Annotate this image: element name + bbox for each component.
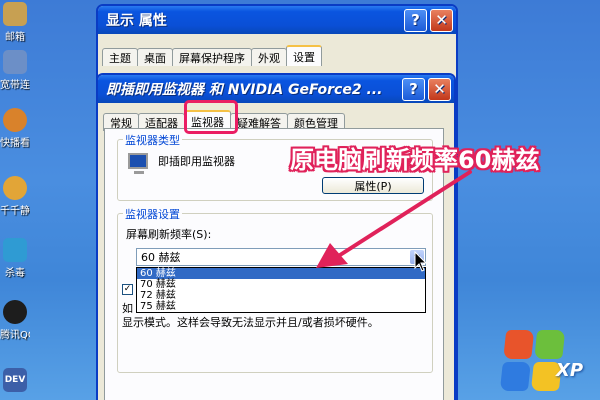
dev-icon-text: DEV: [4, 375, 26, 385]
help-button[interactable]: ?: [404, 8, 427, 32]
monitor-properties-titlebar[interactable]: 即插即用监视器 和 NVIDIA GeForce2 ... ? ✕: [98, 75, 454, 103]
monitor-settings-group: 监视器设置 屏幕刷新频率(S): 60 赫兹 ▼ 60 赫兹 70 赫兹 72 …: [117, 206, 433, 373]
desktop-icon-qq[interactable]: 腾讯QQ: [0, 300, 30, 341]
question-icon: ?: [409, 80, 418, 98]
refresh-rate-value: 60 赫兹: [141, 251, 181, 264]
dev-icon: DEV: [3, 368, 27, 392]
window-title: 即插即用监视器 和 NVIDIA GeForce2 ...: [106, 82, 383, 98]
group-title: 监视器类型: [123, 132, 182, 148]
tab-screensaver[interactable]: 屏幕保护程序: [172, 48, 252, 66]
monitor-stand: [134, 171, 144, 174]
desktop-icon-label: 千千静听: [0, 206, 30, 217]
question-icon: ?: [411, 11, 420, 29]
desktop-icon-network[interactable]: 宽带连接: [0, 50, 30, 91]
desktop-icon-mail[interactable]: 邮箱: [0, 2, 30, 43]
refresh-rate-label: 屏幕刷新频率(S):: [126, 228, 212, 241]
tab-highlight-box: [184, 100, 238, 134]
mail-icon: [3, 2, 27, 26]
desktop-icon-label: 杀毒: [5, 268, 25, 279]
desktop-icon-music-player[interactable]: 千千静听: [0, 176, 30, 217]
monitor-icon: [128, 153, 148, 169]
tab-appearance[interactable]: 外观: [251, 48, 287, 66]
dropdown-option[interactable]: 72 赫兹: [137, 290, 425, 301]
desktop-icon-dev[interactable]: DEV: [0, 368, 30, 394]
close-button[interactable]: ✕: [430, 8, 453, 32]
hide-modes-checkbox[interactable]: ✓: [122, 284, 133, 295]
close-icon: ✕: [435, 11, 448, 29]
group-title: 监视器设置: [123, 206, 182, 222]
antivirus-icon: [3, 238, 27, 262]
display-properties-titlebar[interactable]: 显示 属性 ? ✕: [98, 6, 456, 34]
refresh-rate-select[interactable]: 60 赫兹 ▼: [136, 248, 426, 266]
media-player-icon: [3, 108, 27, 132]
monitor-name: 即插即用监视器: [158, 155, 235, 168]
window-title: 显示 属性: [106, 13, 167, 29]
qq-icon: [3, 300, 27, 324]
desktop-icon-antivirus[interactable]: 杀毒: [0, 238, 30, 279]
properties-button[interactable]: 属性(P): [322, 177, 424, 194]
mouse-cursor-icon: [414, 251, 428, 272]
refresh-rate-dropdown-list[interactable]: 60 赫兹 70 赫兹 72 赫兹 75 赫兹: [136, 267, 426, 313]
desktop-icon-label: 宽带连接: [0, 80, 30, 91]
tab-themes[interactable]: 主题: [102, 48, 138, 66]
close-icon: ✕: [433, 80, 446, 98]
help-button[interactable]: ?: [402, 77, 425, 101]
annotation-text: 原电脑刷新频率60赫兹: [290, 146, 540, 174]
dropdown-option[interactable]: 60 赫兹: [137, 268, 425, 279]
desktop-icon-label: 腾讯QQ: [0, 330, 30, 341]
close-button[interactable]: ✕: [428, 77, 451, 101]
warning-text: 显示模式。这样会导致无法显示并且/或者损坏硬件。: [122, 316, 379, 329]
desktop-icon-label: 邮箱: [5, 32, 25, 43]
dropdown-option[interactable]: 75 赫兹: [137, 301, 425, 312]
music-player-icon: [3, 176, 27, 200]
dropdown-option[interactable]: 70 赫兹: [137, 279, 425, 290]
xp-watermark: XP: [556, 360, 584, 381]
tab-settings[interactable]: 设置: [286, 45, 322, 66]
tab-desktop[interactable]: 桌面: [137, 48, 173, 66]
network-icon: [3, 50, 27, 74]
desktop-icon-label: 快播看高清影视: [0, 138, 30, 149]
monitor-properties-window: 即插即用监视器 和 NVIDIA GeForce2 ... ? ✕ 常规 适配器…: [96, 73, 456, 400]
desktop-icon-media-player[interactable]: 快播看高清影视: [0, 108, 30, 149]
